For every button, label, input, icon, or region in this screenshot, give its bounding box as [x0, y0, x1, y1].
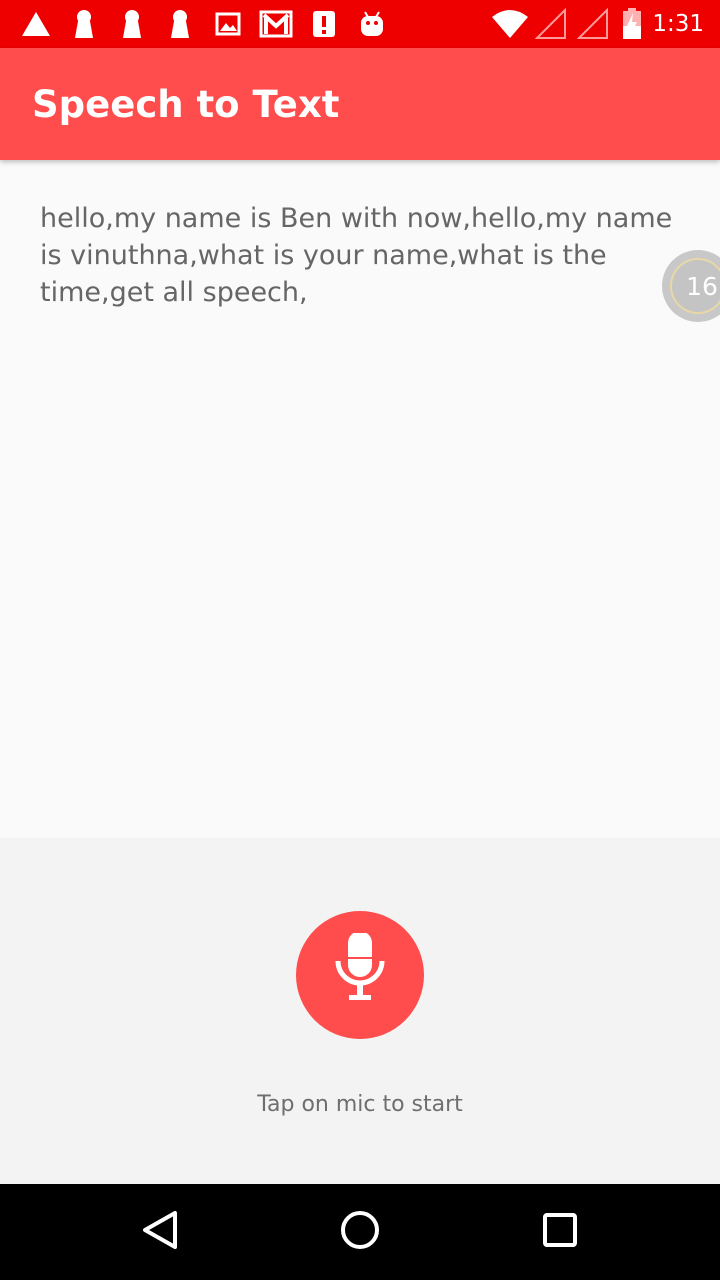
status-bar: 1:31 — [0, 0, 720, 48]
screen: 1:31 Speech to Text hello,my name is Ben… — [0, 0, 720, 1280]
battery-charging-icon — [620, 0, 644, 48]
recents-icon — [542, 1212, 578, 1252]
navigation-bar — [0, 1184, 720, 1280]
home-icon — [340, 1210, 380, 1254]
back-icon — [141, 1210, 179, 1254]
app-bar: Speech to Text — [0, 48, 720, 160]
wifi-icon — [490, 0, 530, 48]
mic-button[interactable] — [296, 911, 424, 1039]
microphone-icon — [332, 931, 388, 1017]
keyhole-icon — [70, 0, 98, 48]
bottom-panel: Tap on mic to start — [0, 838, 720, 1184]
content-area: hello,my name is Ben with now,hello,my n… — [0, 160, 720, 838]
keyhole-icon — [118, 0, 146, 48]
image-icon — [214, 0, 242, 48]
back-button[interactable] — [112, 1184, 208, 1280]
home-button[interactable] — [312, 1184, 408, 1280]
android-icon — [358, 0, 386, 48]
floating-badge-count: 16 — [670, 258, 720, 314]
page-title: Speech to Text — [32, 83, 340, 126]
status-time: 1:31 — [652, 11, 704, 37]
gmail-icon — [258, 0, 294, 48]
alert-icon — [310, 0, 338, 48]
keyhole-icon — [166, 0, 194, 48]
hint-text: Tap on mic to start — [257, 1092, 463, 1117]
signal-empty-icon — [576, 0, 610, 48]
warning-icon — [20, 0, 52, 48]
recognized-speech-text: hello,my name is Ben with now,hello,my n… — [40, 203, 673, 308]
signal-empty-icon — [534, 0, 568, 48]
recents-button[interactable] — [512, 1184, 608, 1280]
